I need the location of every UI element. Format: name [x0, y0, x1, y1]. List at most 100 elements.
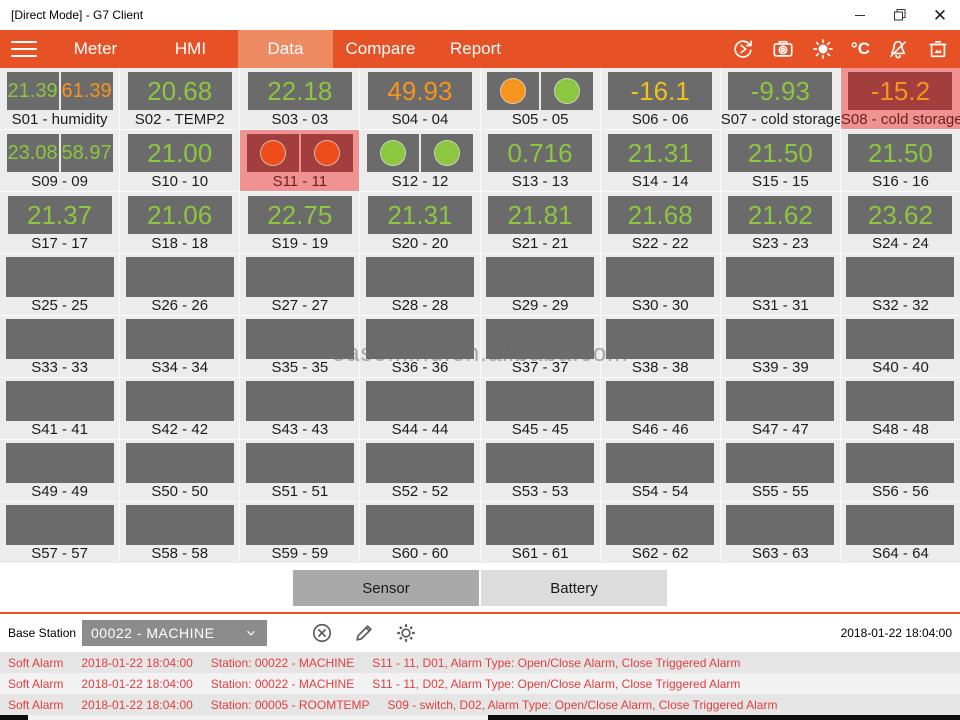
- nav-item-hmi[interactable]: HMI: [143, 30, 238, 68]
- sensor-tile[interactable]: S56 - 56: [841, 440, 960, 501]
- sensor-tile[interactable]: S53 - 53: [481, 440, 600, 501]
- sensor-tile[interactable]: 23.0858.97S09 - 09: [0, 130, 119, 191]
- sensor-tile[interactable]: -15.2S08 - cold storage: [841, 68, 960, 129]
- sensor-tile[interactable]: 23.62S24 - 24: [841, 192, 960, 253]
- sensor-tile[interactable]: 21.00S10 - 10: [120, 130, 239, 191]
- alarm-log-row[interactable]: Soft Alarm2018-01-22 18:04:00Station: 00…: [0, 652, 960, 673]
- nav-item-meter[interactable]: Meter: [48, 30, 143, 68]
- alarm-station: Station: 00005 - ROOMTEMP: [211, 698, 370, 712]
- sensor-tile[interactable]: 49.93S04 - 04: [360, 68, 479, 129]
- sensor-tile[interactable]: S55 - 55: [721, 440, 840, 501]
- alarm-mute-icon[interactable]: [886, 37, 910, 61]
- sensor-tile[interactable]: S61 - 61: [481, 502, 600, 563]
- brightness-icon[interactable]: [811, 37, 835, 61]
- settings-icon[interactable]: [393, 620, 419, 646]
- sensor-tile[interactable]: 21.31S20 - 20: [360, 192, 479, 253]
- sensor-tile[interactable]: -16.1S06 - 06: [601, 68, 720, 129]
- sensor-tile[interactable]: 21.50S15 - 15: [721, 130, 840, 191]
- sensor-tile[interactable]: 21.31S14 - 14: [601, 130, 720, 191]
- sensor-tile[interactable]: S38 - 38: [601, 316, 720, 377]
- sensor-tile[interactable]: 21.62S23 - 23: [721, 192, 840, 253]
- celsius-icon[interactable]: °C: [851, 37, 870, 61]
- sensor-tile[interactable]: S64 - 64: [841, 502, 960, 563]
- sensor-tile[interactable]: S45 - 45: [481, 378, 600, 439]
- close-button[interactable]: ✕: [920, 0, 960, 30]
- alarm-log-row[interactable]: Soft Alarm2018-01-22 18:04:00Station: 00…: [0, 694, 960, 715]
- sensor-tile[interactable]: 0.716S13 - 13: [481, 130, 600, 191]
- sensor-tile[interactable]: 21.68S22 - 22: [601, 192, 720, 253]
- image-delete-icon[interactable]: [926, 37, 950, 61]
- sensor-tile[interactable]: S33 - 33: [0, 316, 119, 377]
- sensor-tile[interactable]: S44 - 44: [360, 378, 479, 439]
- sensor-tile[interactable]: 20.68S02 - TEMP2: [120, 68, 239, 129]
- sensor-tile[interactable]: 21.06S18 - 18: [120, 192, 239, 253]
- base-station-dropdown[interactable]: 00022 - MACHINE: [82, 620, 267, 646]
- sensor-tile[interactable]: S41 - 41: [0, 378, 119, 439]
- sensor-tile[interactable]: S52 - 52: [360, 440, 479, 501]
- sensor-tile[interactable]: S35 - 35: [240, 316, 359, 377]
- sensor-tile[interactable]: 22.75S19 - 19: [240, 192, 359, 253]
- sensor-tile[interactable]: S31 - 31: [721, 254, 840, 315]
- sensor-tile[interactable]: S28 - 28: [360, 254, 479, 315]
- sensor-tile[interactable]: 21.3961.39S01 - humidity: [0, 68, 119, 129]
- sensor-value-area: [841, 378, 960, 421]
- sensor-tile[interactable]: S59 - 59: [240, 502, 359, 563]
- sensor-tile[interactable]: S57 - 57: [0, 502, 119, 563]
- minimize-button[interactable]: [840, 0, 880, 30]
- sensor-tile-label: S05 - 05: [481, 111, 600, 129]
- camera-icon[interactable]: [771, 37, 795, 61]
- nav-item-data[interactable]: Data: [238, 30, 333, 68]
- nav-item-compare[interactable]: Compare: [333, 30, 428, 68]
- sensor-tile[interactable]: S37 - 37: [481, 316, 600, 377]
- sensor-tile[interactable]: -9.93S07 - cold storage: [721, 68, 840, 129]
- sensor-tile[interactable]: 21.81S21 - 21: [481, 192, 600, 253]
- sensor-tile-label: S03 - 03: [240, 111, 359, 129]
- sensor-tile[interactable]: 22.18S03 - 03: [240, 68, 359, 129]
- sensor-value-box: 23.08: [7, 134, 59, 172]
- sensor-tile[interactable]: S49 - 49: [0, 440, 119, 501]
- alarm-log-row[interactable]: Soft Alarm2018-01-22 18:04:00Station: 00…: [0, 673, 960, 694]
- sensor-value-box: [606, 381, 714, 421]
- sensor-tile[interactable]: 21.50S16 - 16: [841, 130, 960, 191]
- nav-item-report[interactable]: Report: [428, 30, 523, 68]
- sensor-tile[interactable]: S51 - 51: [240, 440, 359, 501]
- sensor-tile[interactable]: S60 - 60: [360, 502, 479, 563]
- scrollbar-thumb[interactable]: [28, 715, 488, 720]
- sensor-tile[interactable]: 21.37S17 - 17: [0, 192, 119, 253]
- sensor-tile[interactable]: S25 - 25: [0, 254, 119, 315]
- edit-icon[interactable]: [351, 620, 377, 646]
- cancel-icon[interactable]: [309, 620, 335, 646]
- sensor-tile[interactable]: S34 - 34: [120, 316, 239, 377]
- maximize-button[interactable]: [880, 0, 920, 30]
- sensor-tile[interactable]: S29 - 29: [481, 254, 600, 315]
- sensor-tile[interactable]: S47 - 47: [721, 378, 840, 439]
- sensor-tile[interactable]: S54 - 54: [601, 440, 720, 501]
- sensor-tile[interactable]: S62 - 62: [601, 502, 720, 563]
- tab-battery[interactable]: Battery: [481, 570, 667, 606]
- hamburger-menu-icon[interactable]: [0, 30, 48, 68]
- horizontal-scrollbar[interactable]: [0, 715, 960, 720]
- sensor-tile[interactable]: S63 - 63: [721, 502, 840, 563]
- tab-sensor[interactable]: Sensor: [293, 570, 479, 606]
- sensor-value-area: [841, 254, 960, 297]
- sensor-tile[interactable]: S26 - 26: [120, 254, 239, 315]
- sensor-tile-label: S40 - 40: [841, 359, 960, 377]
- sensor-tile[interactable]: S48 - 48: [841, 378, 960, 439]
- sensor-tile[interactable]: S50 - 50: [120, 440, 239, 501]
- sensor-tile[interactable]: S42 - 42: [120, 378, 239, 439]
- sensor-value-area: [0, 502, 119, 545]
- sensor-tile[interactable]: S32 - 32: [841, 254, 960, 315]
- sensor-tile[interactable]: S05 - 05: [481, 68, 600, 129]
- sync-icon[interactable]: [731, 37, 755, 61]
- sensor-tile[interactable]: S40 - 40: [841, 316, 960, 377]
- sensor-tile[interactable]: S12 - 12: [360, 130, 479, 191]
- sensor-tile[interactable]: S27 - 27: [240, 254, 359, 315]
- sensor-grid: 21.3961.39S01 - humidity20.68S02 - TEMP2…: [0, 68, 960, 563]
- sensor-tile[interactable]: S43 - 43: [240, 378, 359, 439]
- sensor-tile[interactable]: S39 - 39: [721, 316, 840, 377]
- sensor-tile[interactable]: S36 - 36: [360, 316, 479, 377]
- sensor-tile[interactable]: S30 - 30: [601, 254, 720, 315]
- sensor-tile[interactable]: S58 - 58: [120, 502, 239, 563]
- sensor-tile[interactable]: S46 - 46: [601, 378, 720, 439]
- sensor-tile[interactable]: S11 - 11: [240, 130, 359, 191]
